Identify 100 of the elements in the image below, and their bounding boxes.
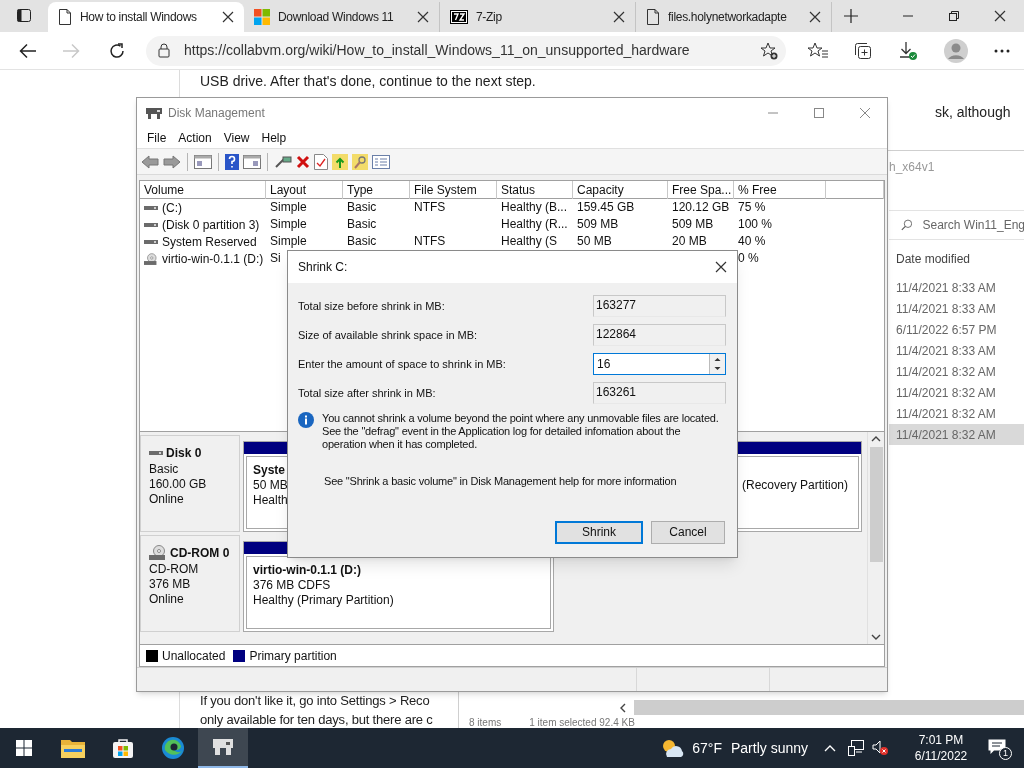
scroll-down-icon[interactable] — [871, 633, 881, 641]
column-header[interactable]: Capacity — [573, 181, 668, 199]
menu-item[interactable]: File — [141, 128, 173, 147]
file-row[interactable]: 11/4/2021 8:32 AM — [889, 424, 1024, 445]
readonly-field: 163277 — [593, 295, 726, 317]
help-icon[interactable] — [225, 153, 239, 170]
disk-management-icon — [146, 105, 162, 120]
downloads-icon[interactable] — [898, 40, 918, 61]
vertical-scrollbar[interactable] — [867, 432, 884, 644]
field-label: Total size after shrink in MB: — [298, 385, 437, 401]
app-logo-icon — [450, 10, 468, 24]
scroll-up-icon[interactable] — [871, 435, 881, 443]
tab-actions-icon[interactable] — [17, 9, 31, 22]
table-cell: Basic — [347, 217, 377, 231]
refresh-icon[interactable] — [108, 41, 126, 60]
notifications-icon[interactable] — [988, 739, 1006, 755]
restore-icon[interactable] — [948, 10, 960, 22]
maximize-icon[interactable] — [813, 106, 825, 119]
column-header[interactable]: Status — [497, 181, 573, 199]
volume-muted-icon[interactable] — [872, 740, 888, 756]
table-cell: Simple — [270, 217, 307, 231]
menu-item[interactable]: View — [217, 128, 256, 147]
clock-date: 6/11/2022 — [914, 748, 968, 764]
close-icon[interactable] — [222, 11, 234, 23]
checklist-icon[interactable] — [314, 153, 328, 170]
shrink-button[interactable]: Shrink — [555, 520, 643, 544]
folder-search-icon[interactable] — [352, 153, 368, 170]
weather-text[interactable]: Partly sunny — [730, 737, 808, 759]
forward-arrow-icon[interactable] — [163, 154, 181, 169]
menu-item[interactable]: Help — [255, 128, 293, 147]
partition-name: Syste — [253, 463, 286, 478]
table-cell: 100 % — [738, 217, 773, 231]
table-cell: 75 % — [738, 200, 766, 214]
table-cell-text: virtio-win-0.1.1 (D:) — [162, 251, 264, 268]
column-header[interactable]: Free Spa... — [668, 181, 734, 199]
table-cell: Simple — [270, 234, 307, 248]
input-field[interactable]: 16 — [594, 354, 709, 374]
file-row[interactable]: 11/4/2021 8:32 AM — [889, 403, 1024, 424]
field-label: Size of available shrink space in MB: — [298, 327, 479, 343]
cancel-button[interactable]: Cancel — [651, 520, 725, 544]
folder-up-icon[interactable] — [332, 153, 348, 170]
delete-icon[interactable] — [296, 154, 310, 169]
table-cell: NTFS — [414, 234, 446, 248]
column-header[interactable]: Type — [343, 181, 410, 199]
field-label: Enter the amount of space to shrink in MB: — [298, 356, 507, 372]
column-header[interactable]: File System — [410, 181, 497, 199]
scroll-left-icon[interactable] — [619, 702, 627, 713]
weather-icon[interactable] — [661, 738, 686, 758]
browser-tab[interactable]: How to install Windows — [48, 2, 244, 32]
table-cell: Basic — [347, 234, 377, 248]
more-icon[interactable] — [994, 48, 1010, 53]
profile-avatar-icon[interactable] — [944, 38, 968, 63]
info-icon — [298, 412, 314, 428]
drive-icon — [144, 204, 158, 212]
console-tree-icon[interactable] — [194, 154, 212, 169]
close-icon[interactable] — [715, 261, 727, 273]
file-row[interactable]: 11/4/2021 8:33 AM — [889, 277, 1024, 298]
help-text: See "Shrink a basic volume" in Disk Management help for more information — [324, 474, 678, 489]
partition-status: Healthy (Primary Partition) — [253, 593, 394, 608]
column-header[interactable]: % Free — [734, 181, 826, 199]
favorites-icon[interactable] — [808, 41, 828, 60]
menu-item[interactable]: Action — [172, 128, 218, 147]
file-row[interactable]: 11/4/2021 8:33 AM — [889, 340, 1024, 361]
column-header[interactable]: Volume — [140, 181, 266, 199]
dialog-title: Shrink C: — [298, 259, 348, 276]
disk-detail: 160.00 GB — [149, 477, 208, 492]
close-icon[interactable] — [994, 10, 1006, 22]
tab-title: files.holynetworkadapte — [668, 9, 788, 26]
connect-icon[interactable] — [274, 154, 292, 169]
new-tab-icon[interactable] — [844, 9, 858, 23]
close-icon[interactable] — [613, 11, 625, 23]
taskbar-button[interactable] — [198, 728, 248, 768]
tab-title: How to install Windows — [80, 9, 198, 26]
chevron-up-icon[interactable] — [824, 744, 836, 752]
add-favorite-icon[interactable] — [760, 41, 778, 60]
collections-icon[interactable] — [854, 41, 872, 60]
close-icon[interactable] — [417, 11, 429, 23]
file-row[interactable]: 11/4/2021 8:32 AM — [889, 382, 1024, 403]
table-cell: Healthy (S — [501, 234, 558, 248]
weather-temperature[interactable]: 67°F — [692, 737, 722, 759]
column-header[interactable]: Date modified — [896, 249, 1024, 269]
number-spinner[interactable]: 16 — [593, 353, 726, 375]
start-icon[interactable] — [16, 740, 32, 756]
lock-icon[interactable] — [158, 43, 170, 58]
clock[interactable]: 7:01 PM 6/11/2022 — [906, 732, 976, 764]
column-header[interactable]: Layout — [266, 181, 343, 199]
network-icon[interactable] — [848, 740, 864, 756]
action-pane-icon[interactable] — [243, 154, 261, 169]
disk-management-icon — [211, 737, 235, 757]
file-row[interactable]: 11/4/2021 8:33 AM — [889, 298, 1024, 319]
properties-list-icon[interactable] — [372, 154, 390, 169]
search-field[interactable]: Search Win11_Eng — [889, 210, 1024, 240]
drive-icon — [144, 238, 158, 246]
back-arrow-icon[interactable] — [19, 42, 37, 59]
address-bar[interactable]: https://collabvm.org/wiki/How_to_install_Windows_11_on_unsupported_hardware — [146, 35, 786, 66]
close-icon[interactable] — [809, 11, 821, 23]
search-placeholder: Search Win11_Eng — [922, 217, 1024, 234]
file-row[interactable]: 11/4/2021 8:32 AM — [889, 361, 1024, 382]
window-title: Disk Management — [168, 104, 265, 122]
file-row[interactable]: 6/11/2022 6:57 PM — [889, 319, 1024, 340]
